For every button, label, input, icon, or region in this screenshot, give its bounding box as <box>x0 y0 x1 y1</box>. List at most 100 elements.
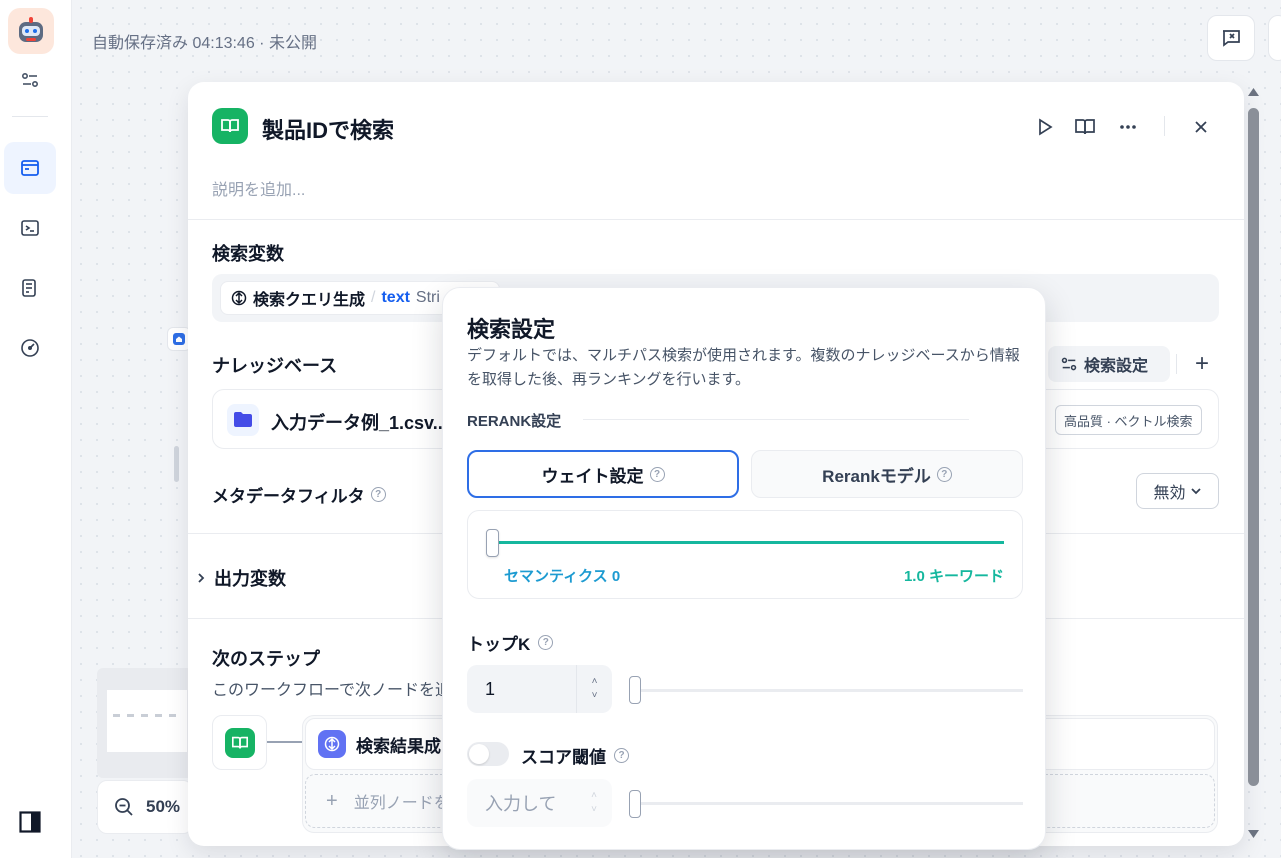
top-k-label: トップK ? <box>467 630 554 655</box>
zoom-out-icon[interactable] <box>114 797 134 817</box>
top-k-stepper[interactable]: ˄ ˅ <box>576 665 612 713</box>
help-icon: ? <box>936 466 952 482</box>
metadata-filter-text: メタデータフィルタ <box>212 487 365 506</box>
next-node-name: 検索結果成 <box>356 736 441 756</box>
score-threshold-stepper[interactable]: ˄ ˅ <box>576 779 612 827</box>
knowledge-badge: 高品質 · ベクトル検索 <box>1055 405 1202 435</box>
semantic-weight-label: セマンティクス 0 <box>504 568 621 585</box>
header-separator <box>1164 116 1165 136</box>
output-vars-toggle[interactable]: 出力変数 <box>196 565 286 591</box>
tab-label: Rerankモデル <box>822 466 931 486</box>
resize-handle[interactable] <box>174 446 179 482</box>
feedback-button[interactable] <box>1207 15 1255 61</box>
chevron-down-icon <box>1190 488 1201 495</box>
play-icon <box>1039 118 1053 136</box>
sidebar-item-api[interactable] <box>4 202 56 254</box>
tab-label: ウェイト設定 <box>541 466 644 486</box>
score-threshold-slider-handle[interactable] <box>629 790 641 818</box>
top-k-slider-track[interactable] <box>633 689 1023 692</box>
llm-node-icon <box>231 290 247 306</box>
home-icon <box>173 333 185 345</box>
retrieval-settings-button[interactable]: 検索設定 <box>1048 346 1170 382</box>
variable-type: Stri <box>415 289 440 306</box>
zoom-control[interactable]: 50% <box>97 780 193 834</box>
sidebar-item-monitoring[interactable] <box>4 322 56 374</box>
next-step-label: 次のステップ <box>212 649 320 669</box>
description-input[interactable]: 説明を追加... <box>212 176 305 200</box>
variable-separator: / <box>371 289 376 306</box>
help-icon: ? <box>370 487 386 502</box>
book-icon <box>231 736 248 749</box>
toggle-knob <box>469 744 489 764</box>
sidebar-item-logs[interactable] <box>4 262 56 314</box>
connector-line <box>267 741 303 743</box>
plus-icon: + <box>326 789 338 812</box>
add-knowledge-button[interactable]: + <box>1188 350 1216 378</box>
metadata-filter-select[interactable]: 無効 <box>1136 473 1219 509</box>
sliders-button[interactable] <box>4 54 56 106</box>
score-threshold-slider-track[interactable] <box>633 802 1023 805</box>
retrieval-settings-popover: 検索設定 デフォルトでは、マルチパス検索が使用されます。複数のナレッジベースから… <box>442 287 1046 850</box>
sidebar-divider <box>12 116 48 117</box>
close-icon <box>1195 121 1207 133</box>
top-k-slider-handle[interactable] <box>629 676 641 704</box>
tab-rerank-model[interactable]: Rerankモデル ? <box>751 450 1023 498</box>
chevron-down-icon[interactable]: ˅ <box>592 689 598 703</box>
more-top-button[interactable] <box>1268 15 1281 61</box>
top-k-text: トップK <box>467 635 531 654</box>
score-threshold-input[interactable]: 入力して ˄ ˅ <box>467 779 612 827</box>
sidebar <box>0 0 72 858</box>
terminal-icon <box>21 220 39 236</box>
window-icon <box>21 160 39 176</box>
node-title[interactable]: 製品IDで検索 <box>262 113 394 145</box>
run-button[interactable] <box>1032 114 1058 140</box>
chevron-right-icon <box>198 573 205 583</box>
help-icon: ? <box>649 466 665 482</box>
panel-toggle-icon <box>19 811 41 833</box>
minimap-viewport <box>107 690 187 752</box>
app-logo[interactable] <box>8 8 54 54</box>
close-button[interactable] <box>1188 114 1214 140</box>
more-button[interactable] <box>1115 114 1141 140</box>
knowledge-node-icon <box>212 108 248 144</box>
chevron-down-icon[interactable]: ˅ <box>591 803 597 817</box>
popover-description: デフォルトでは、マルチパス検索が使用されます。複数のナレッジベースから情報を取得… <box>467 347 1020 388</box>
toggle-panel-button[interactable] <box>4 796 56 848</box>
score-threshold-text: スコア閾値 <box>521 748 606 767</box>
knowledge-name: 入力データ例_1.csv... <box>271 413 448 433</box>
output-vars-label: 出力変数 <box>214 569 286 589</box>
sliders-icon <box>1061 357 1077 371</box>
minimap[interactable] <box>97 668 193 778</box>
top-k-value: 1 <box>485 678 496 699</box>
zoom-level: 50% <box>146 797 181 816</box>
scroll-up-icon[interactable] <box>1247 86 1260 98</box>
chevron-up-icon[interactable]: ˄ <box>591 789 597 803</box>
docs-button[interactable] <box>1072 114 1098 140</box>
book-open-icon <box>1075 119 1095 135</box>
autosave-status: 自動保存済み 04:13:46 · 未公開 <box>92 35 317 52</box>
weight-slider-box: セマンティクス 0 1.0 キーワード <box>467 510 1023 599</box>
popover-title: 検索設定 <box>467 317 556 342</box>
query-variable-label: 検索変数 <box>212 244 284 264</box>
knowledge-label: ナレッジベース <box>212 356 338 376</box>
help-icon: ? <box>614 748 629 763</box>
score-threshold-toggle[interactable] <box>467 742 509 766</box>
panel-scrollbar[interactable] <box>1244 82 1262 848</box>
robot-icon <box>19 17 43 42</box>
parallel-label: 並列ノードを <box>353 795 450 812</box>
sidebar-item-orchestrate[interactable] <box>4 142 56 194</box>
next-step-description: このワークフローで次ノードを追加 <box>212 682 468 699</box>
gauge-icon <box>21 339 39 357</box>
separator <box>1176 354 1177 374</box>
tab-weight-settings[interactable]: ウェイト設定 ? <box>467 450 739 498</box>
top-k-input[interactable]: 1 ˄ ˅ <box>467 665 612 713</box>
scroll-down-icon[interactable] <box>1247 828 1260 840</box>
current-node <box>212 715 267 770</box>
scroll-thumb[interactable] <box>1248 108 1259 786</box>
divider <box>188 219 1244 220</box>
weight-slider-track[interactable] <box>494 541 1004 544</box>
chevron-up-icon[interactable]: ˄ <box>592 675 598 689</box>
weight-slider-handle[interactable] <box>486 529 499 557</box>
more-icon <box>1120 125 1136 129</box>
score-threshold-placeholder: 入力して <box>485 794 557 814</box>
